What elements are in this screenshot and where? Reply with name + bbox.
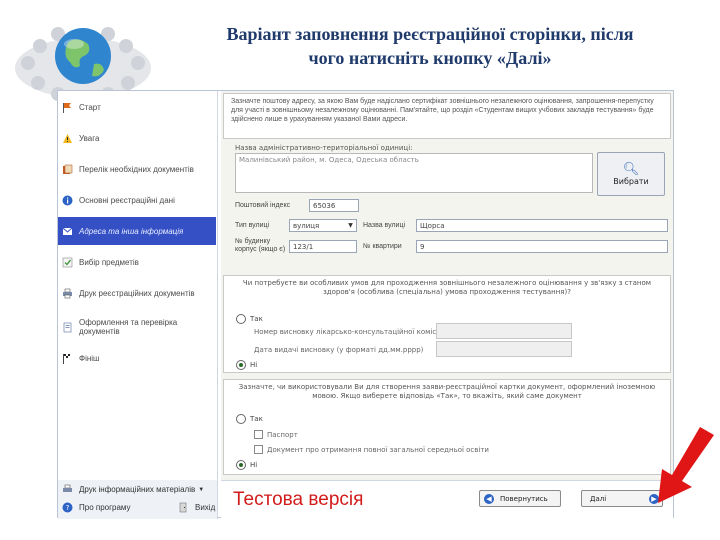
back-button[interactable]: ◀ Повернутись — [479, 490, 561, 507]
address-icon — [62, 226, 73, 237]
street-type-label: Тип вулиці — [235, 222, 270, 229]
sidebar-item-label: Старт — [79, 102, 101, 112]
sidebar-item-label: Адреса та інша інформація — [79, 226, 184, 236]
address-panel: Назва адміністративно-територіальної оди… — [223, 141, 671, 273]
slide-title: Варіант заповнення реєстраційної сторінк… — [175, 22, 685, 70]
subjects-icon — [62, 257, 73, 268]
back-button-label: Повернутись — [500, 494, 548, 503]
documents-yes-label: Так — [250, 415, 263, 423]
red-pointer-arrow-icon — [658, 427, 714, 503]
sidebar-bottom-bar: Друк інформаційних матеріалів ▼ ? Про пр… — [58, 480, 218, 519]
print-materials-label: Друк інформаційних матеріалів — [79, 485, 196, 494]
street-type-select[interactable]: вулиця ▼ — [289, 219, 357, 232]
education-document-checkbox[interactable] — [254, 445, 263, 454]
special-yes-label: Так — [250, 315, 263, 323]
address-notice: Зазначте поштову адресу, за якою Вам буд… — [223, 93, 671, 139]
issue-date-input[interactable] — [436, 341, 572, 357]
info-icon — [62, 195, 73, 206]
documents-icon — [62, 164, 73, 175]
next-button[interactable]: Далі ▶ — [581, 490, 663, 507]
about-program-label: Про програму — [79, 503, 131, 512]
special-yes-radio[interactable] — [236, 314, 246, 324]
printer-icon — [62, 484, 73, 495]
commission-number-input[interactable] — [436, 323, 572, 339]
issue-date-label: Дата видачі висновку (у форматі дд.мм.рр… — [254, 346, 424, 354]
street-name-label: Назва вулиці — [363, 222, 406, 229]
svg-text:?: ? — [66, 504, 70, 512]
print-materials-menu[interactable]: Друк інформаційних матеріалів ▼ — [62, 484, 204, 495]
sidebar-item-print[interactable]: Друк реєстраційних документів — [58, 279, 216, 307]
sidebar-item-finish[interactable]: Фініш — [58, 344, 216, 372]
sidebar-item-label: Основні реєстраційні дані — [79, 195, 175, 205]
sidebar-item-label: Увага — [79, 133, 100, 143]
sidebar-item-label: Перелік необхідних документів — [79, 164, 194, 174]
search-icon: 🔍︎ — [622, 162, 640, 177]
postal-code-label: Поштовий індекс — [235, 202, 291, 209]
apartment-input[interactable]: 9 — [416, 240, 668, 253]
admin-unit-label: Назва адміністративно-територіальної оди… — [235, 144, 413, 152]
check-icon — [62, 322, 73, 333]
finish-flag-icon — [62, 353, 73, 364]
special-no-label: Ні — [250, 361, 258, 369]
slide-title-line2: чого натисніть кнопку «Далі» — [308, 48, 552, 68]
test-version-label: Тестова версія — [233, 489, 364, 510]
passport-checkbox[interactable] — [254, 430, 263, 439]
exit-link[interactable]: Вихід — [178, 502, 215, 513]
sidebar-item-start[interactable]: Старт — [58, 93, 216, 121]
next-button-label: Далі — [590, 494, 607, 503]
registration-window: Старт Увага Перелік необхідних документі… — [57, 90, 674, 519]
print-icon — [62, 288, 73, 299]
documents-yes-radio[interactable] — [236, 414, 246, 424]
documents-no-label: Ні — [250, 461, 258, 469]
exit-label: Вихід — [195, 503, 216, 512]
postal-code-input[interactable]: 65036 — [309, 199, 359, 212]
sidebar-item-address[interactable]: Адреса та інша інформація — [58, 217, 216, 245]
sidebar-nav: Старт Увага Перелік необхідних документі… — [58, 91, 218, 480]
foreign-documents-section: Зазначте, чи використовували Ви для ство… — [223, 379, 671, 475]
apartment-label: № квартири — [363, 243, 402, 250]
chevron-down-icon: ▼ — [348, 222, 353, 229]
about-program-link[interactable]: ? Про програму — [62, 502, 131, 513]
passport-label: Паспорт — [267, 431, 298, 439]
special-no-radio[interactable] — [236, 360, 246, 370]
exit-icon — [178, 502, 189, 513]
documents-no-radio[interactable] — [236, 460, 246, 470]
sidebar-item-check[interactable]: Оформлення та перевірка документів — [58, 310, 216, 344]
street-type-value: вулиця — [293, 222, 320, 230]
foreign-documents-question: Зазначте, чи використовували Ви для ство… — [238, 383, 656, 400]
special-conditions-section: Чи потребуєте ви особливих умов для прох… — [223, 275, 671, 373]
sidebar-item-subjects[interactable]: Вибір предметів — [58, 248, 216, 276]
sidebar-item-documents[interactable]: Перелік необхідних документів — [58, 155, 216, 183]
commission-number-label: Номер висновку лікарсько-консультаційної… — [254, 328, 441, 336]
select-button-label: Вибрати — [613, 177, 649, 186]
sidebar-item-label: Друк реєстраційних документів — [79, 288, 195, 298]
warning-icon — [62, 133, 73, 144]
sidebar-item-warning[interactable]: Увага — [58, 124, 216, 152]
footer-bar: Тестова версія ◀ Повернутись Далі ▶ — [221, 480, 673, 519]
select-button[interactable]: 🔍︎ Вибрати — [597, 152, 665, 196]
house-number-label: № будинку корпус (якщо є) — [235, 238, 286, 253]
sidebar-item-basic-data[interactable]: Основні реєстраційні дані — [58, 186, 216, 214]
admin-unit-field[interactable]: Малинівський район, м. Одеса, Одеська об… — [235, 153, 593, 193]
main-content: Зазначте поштову адресу, за якою Вам буд… — [221, 91, 673, 519]
education-document-label: Документ про отримання повної загальної … — [267, 446, 489, 454]
special-conditions-question: Чи потребуєте ви особливих умов для прох… — [242, 279, 652, 296]
house-number-input[interactable]: 123/1 — [289, 240, 357, 253]
sidebar-item-label: Фініш — [79, 353, 100, 363]
arrow-left-icon: ◀ — [484, 493, 494, 504]
sidebar-item-label: Вибір предметів — [79, 257, 139, 267]
slide-title-line1: Варіант заповнення реєстраційної сторінк… — [226, 24, 634, 44]
flag-icon — [62, 102, 73, 113]
chevron-down-icon: ▼ — [198, 486, 205, 493]
sidebar-item-label: Оформлення та перевірка документів — [79, 318, 178, 336]
street-name-input[interactable]: Щорса — [416, 219, 668, 232]
help-icon: ? — [62, 502, 73, 513]
